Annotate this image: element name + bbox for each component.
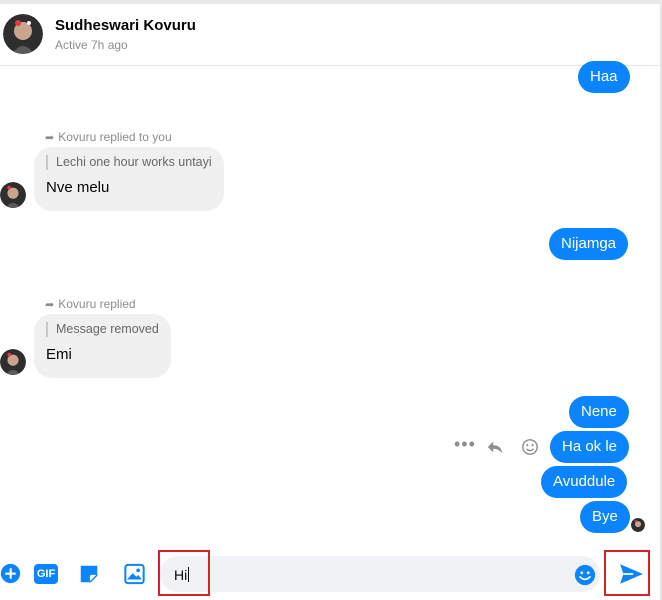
- emoji-icon[interactable]: [574, 564, 596, 586]
- outgoing-message[interactable]: Nijamga: [549, 228, 629, 260]
- quoted-message: Lechi one hour works untayi: [46, 155, 212, 170]
- reply-indicator-text: Kovuru replied to you: [58, 130, 172, 144]
- reply-indicator-text: Kovuru replied: [58, 297, 136, 311]
- message-input-box[interactable]: [160, 556, 600, 592]
- incoming-message-text: Nve melu: [46, 179, 110, 196]
- plus-circle-icon[interactable]: [0, 563, 21, 584]
- message-composer: GIF: [0, 548, 660, 600]
- outgoing-message[interactable]: Haa: [578, 61, 630, 93]
- highlight-box-input: [158, 550, 210, 596]
- reply-indicator: ➦ Kovuru replied: [45, 297, 136, 311]
- sticker-icon[interactable]: [78, 563, 100, 585]
- sender-avatar[interactable]: [0, 182, 26, 208]
- incoming-message[interactable]: Message removed Emi: [34, 314, 171, 378]
- gif-icon[interactable]: GIF: [34, 564, 58, 584]
- react-icon[interactable]: [521, 438, 539, 456]
- quoted-message: Message removed: [46, 322, 159, 337]
- reply-arrow-icon: ➦: [45, 132, 55, 144]
- outgoing-message[interactable]: Nene: [569, 396, 629, 428]
- seen-avatar: [631, 518, 645, 532]
- reply-indicator: ➦ Kovuru replied to you: [45, 130, 172, 144]
- contact-avatar[interactable]: [3, 14, 43, 54]
- incoming-message[interactable]: Lechi one hour works untayi Nve melu: [34, 147, 224, 211]
- outgoing-message[interactable]: Ha ok le: [550, 431, 630, 463]
- contact-name[interactable]: Sudheswari Kovuru: [55, 17, 196, 34]
- contact-status: Active 7h ago: [55, 38, 128, 52]
- incoming-message-text: Emi: [46, 346, 72, 363]
- image-icon[interactable]: [123, 563, 146, 585]
- more-icon[interactable]: •••: [454, 434, 476, 455]
- sender-avatar[interactable]: [0, 349, 26, 375]
- gif-label: GIF: [36, 568, 56, 580]
- outgoing-message[interactable]: Bye: [580, 501, 630, 533]
- conversation-header: Sudheswari Kovuru Active 7h ago: [0, 4, 660, 66]
- reply-arrow-icon: ➦: [45, 299, 55, 311]
- highlight-box-send: [604, 550, 650, 596]
- reply-icon[interactable]: [486, 438, 504, 456]
- outgoing-message[interactable]: Avuddule: [541, 466, 628, 498]
